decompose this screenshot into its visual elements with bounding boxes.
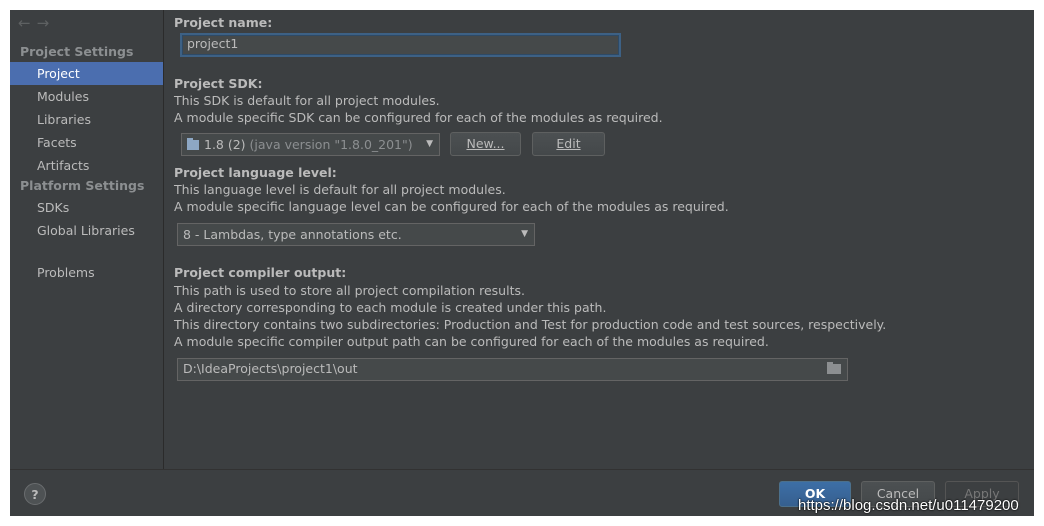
language-description-1: This language level is default for all p…: [174, 182, 506, 197]
sdk-new-button[interactable]: New...: [450, 132, 521, 156]
language-description-2: A module specific language level can be …: [174, 199, 729, 214]
compiler-description-3: This directory contains two subdirectori…: [174, 317, 887, 332]
sidebar-item-libraries[interactable]: Libraries: [10, 108, 163, 131]
sidebar-item-project[interactable]: Project: [10, 62, 163, 85]
language-level-value: 8 - Lambdas, type annotations etc.: [183, 227, 402, 242]
compiler-output-label: Project compiler output:: [174, 265, 347, 280]
folder-icon: [187, 138, 199, 150]
help-button[interactable]: ?: [24, 483, 46, 505]
sdk-version-detail: (java version "1.8.0_201"): [249, 137, 413, 152]
watermark-text: https://blog.csdn.net/u011479200: [798, 497, 1019, 514]
compiler-description-4: A module specific compiler output path c…: [174, 334, 769, 349]
compiler-description-1: This path is used to store all project c…: [174, 283, 525, 298]
compiler-description-2: A directory corresponding to each module…: [174, 300, 607, 315]
sdk-new-label: New...: [466, 136, 505, 151]
compiler-output-path-value: D:\IdeaProjects\project1\out: [183, 361, 358, 376]
compiler-output-path-field[interactable]: D:\IdeaProjects\project1\out: [177, 358, 848, 381]
sdk-description-1: This SDK is default for all project modu…: [174, 93, 440, 108]
sdk-edit-button[interactable]: Edit: [532, 132, 605, 156]
sidebar-item-artifacts[interactable]: Artifacts: [10, 154, 163, 177]
forward-arrow-icon[interactable]: →: [37, 14, 56, 32]
project-name-input[interactable]: project1: [180, 33, 621, 57]
platform-settings-header: Platform Settings: [20, 178, 145, 193]
project-settings-header: Project Settings: [20, 44, 134, 59]
chevron-down-icon: ▼: [426, 139, 433, 149]
sdk-selected-value: 1.8 (2): [204, 137, 246, 152]
sidebar-item-global-libraries[interactable]: Global Libraries: [10, 219, 163, 242]
sidebar: ←→ Project Settings Project Modules Libr…: [10, 10, 164, 469]
sdk-dropdown[interactable]: 1.8 (2) (java version "1.8.0_201") ▼: [181, 133, 440, 156]
browse-folder-icon[interactable]: [827, 362, 841, 374]
sidebar-item-sdks[interactable]: SDKs: [10, 196, 163, 219]
sidebar-item-modules[interactable]: Modules: [10, 85, 163, 108]
sidebar-item-problems[interactable]: Problems: [10, 261, 163, 284]
project-settings-panel: Project name: project1 Project SDK: This…: [164, 10, 1034, 469]
chevron-down-icon: ▼: [521, 229, 528, 239]
language-level-dropdown[interactable]: 8 - Lambdas, type annotations etc. ▼: [177, 223, 535, 246]
sdk-description-2: A module specific SDK can be configured …: [174, 110, 663, 125]
sidebar-item-facets[interactable]: Facets: [10, 131, 163, 154]
project-sdk-label: Project SDK:: [174, 76, 263, 91]
language-level-label: Project language level:: [174, 165, 337, 180]
nav-arrows: ←→: [18, 14, 55, 32]
project-name-label: Project name:: [174, 15, 273, 30]
project-structure-dialog: ←→ Project Settings Project Modules Libr…: [10, 10, 1034, 516]
sdk-edit-label: Edit: [556, 136, 581, 151]
back-arrow-icon[interactable]: ←: [18, 14, 37, 32]
